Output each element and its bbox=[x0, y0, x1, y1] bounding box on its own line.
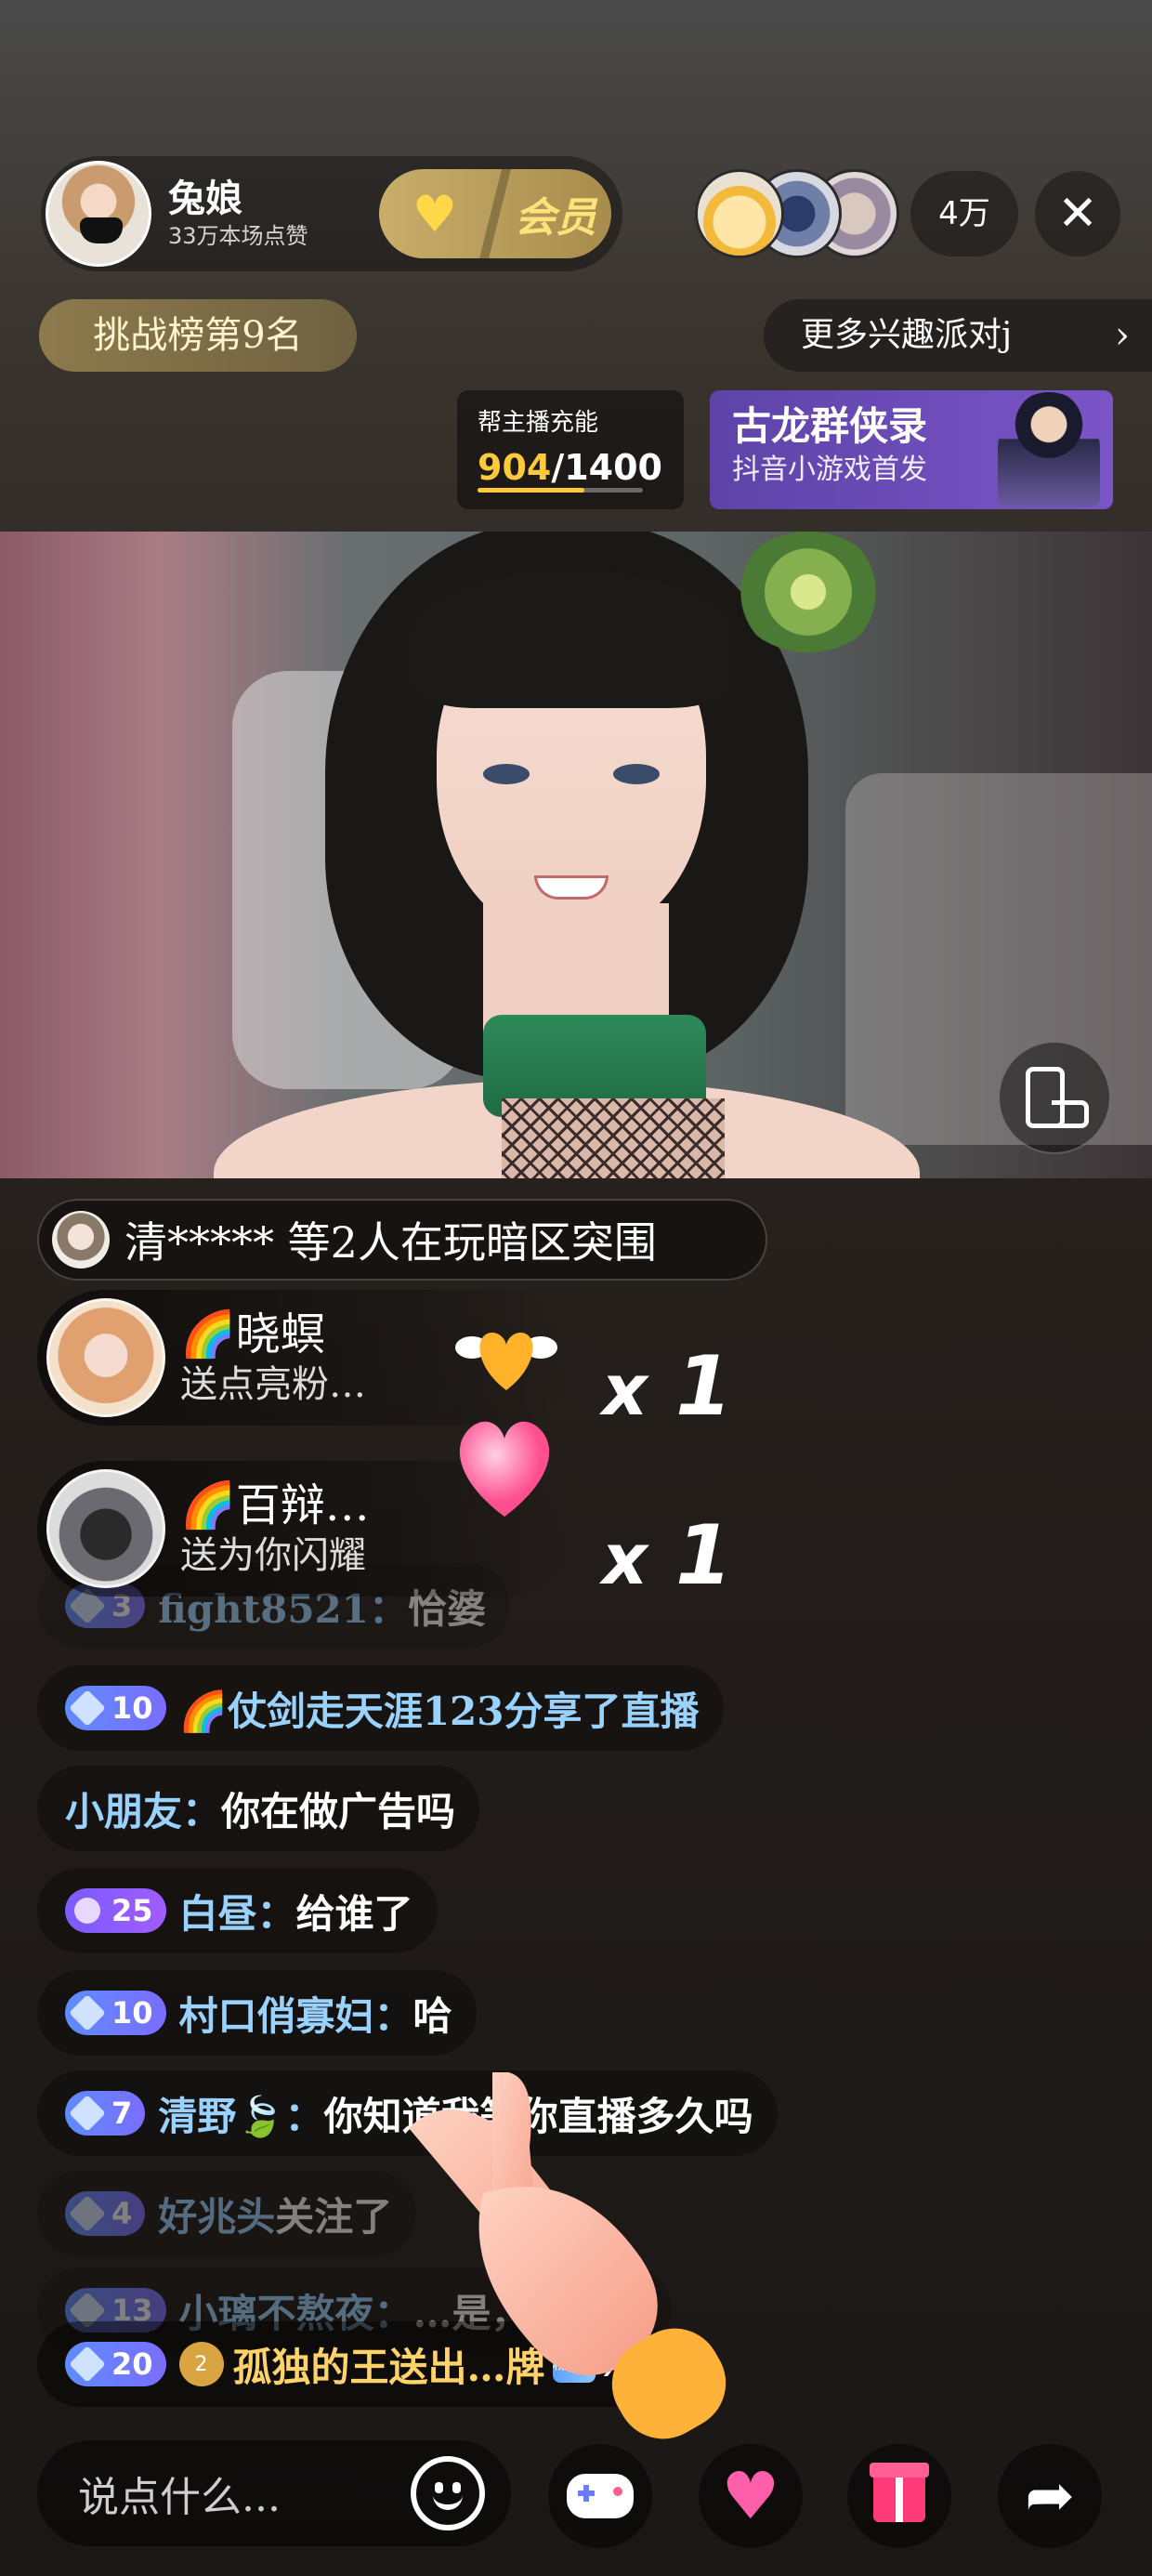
chat-username[interactable]: 孤独的王 bbox=[233, 2336, 389, 2393]
fan-club-badge: 2 bbox=[178, 2342, 224, 2386]
more-party-button[interactable]: 更多兴趣派对j › bbox=[764, 299, 1152, 372]
host-info-pill[interactable]: 兔娘 33万本场点赞 ♥ 会员 bbox=[41, 156, 622, 271]
gifter-avatar[interactable] bbox=[46, 1469, 165, 1588]
live-video[interactable] bbox=[0, 532, 1152, 1178]
gifter-avatar[interactable] bbox=[46, 1298, 165, 1417]
gift-count: x1 bbox=[602, 1338, 733, 1434]
chat-username[interactable]: 清野🍃： bbox=[158, 2085, 323, 2142]
chat-message[interactable]: 小朋友： 你在做广告吗 bbox=[37, 1766, 480, 1851]
gifter-name: 🌈百辩… bbox=[180, 1479, 370, 1531]
chat-text: 分享了直播 bbox=[504, 1688, 700, 1734]
chevron-right-icon: › bbox=[1115, 314, 1130, 357]
gift-description: 送点亮粉… bbox=[180, 1363, 366, 1406]
chat-username[interactable]: 小朋友： bbox=[65, 1781, 221, 1837]
finger-heart-effect-icon bbox=[409, 2072, 727, 2439]
level-badge: 10 bbox=[65, 1991, 166, 2035]
gifter-name: 🌈晓螟 bbox=[180, 1308, 325, 1360]
chat-username[interactable]: 村口俏寡妇： bbox=[179, 1985, 413, 2042]
close-button[interactable]: ✕ bbox=[1035, 171, 1120, 256]
comment-placeholder: 说点什么... bbox=[78, 2474, 281, 2521]
member-label: 会员 bbox=[515, 194, 596, 242]
rank-badge[interactable]: 挑战榜第9名 bbox=[39, 299, 357, 372]
heart-plus-icon: ♥ bbox=[412, 184, 458, 243]
share-arrow-icon: ➦ bbox=[1025, 2462, 1075, 2530]
level-badge: 10 bbox=[65, 1686, 166, 1730]
chat-username[interactable]: 白昼： bbox=[179, 1883, 296, 1939]
chat-message[interactable]: 4 好兆头 关注了 bbox=[37, 2171, 417, 2256]
charge-current: 904 bbox=[478, 447, 552, 488]
charge-total: /1400 bbox=[551, 447, 662, 488]
charge-progress-fill bbox=[478, 488, 584, 493]
games-button[interactable] bbox=[548, 2444, 652, 2548]
player-avatar bbox=[52, 1211, 110, 1268]
heart-icon: ♥ bbox=[721, 2458, 780, 2534]
level-badge: 25 bbox=[65, 1888, 166, 1933]
chat-text: 给谁了 bbox=[295, 1890, 413, 1937]
charge-title: 帮主播充能 bbox=[478, 409, 599, 437]
rotate-screen-button[interactable] bbox=[998, 1041, 1111, 1154]
top-viewers[interactable] bbox=[695, 169, 905, 258]
playing-game-notice[interactable]: 清***** 等2人在玩暗区突围 bbox=[37, 1199, 767, 1281]
level-badge: 4 bbox=[65, 2191, 146, 2236]
chat-text: 哈 bbox=[412, 1992, 452, 2039]
more-party-label: 更多兴趣派对j bbox=[801, 316, 1013, 354]
gamepad-icon bbox=[567, 2474, 634, 2518]
viewer-count[interactable]: 4万 bbox=[910, 171, 1018, 256]
game-banner[interactable]: 古龙群侠录 抖音小游戏首发 bbox=[710, 390, 1113, 509]
chat-message[interactable]: 10 村口俏寡妇： 哈 bbox=[37, 1970, 477, 2056]
share-button[interactable]: ➦ bbox=[998, 2444, 1102, 2548]
chat-username[interactable]: 🌈仗剑走天涯123 bbox=[179, 1680, 504, 1737]
gift-button[interactable] bbox=[847, 2444, 951, 2548]
chat-message[interactable]: 10 🌈仗剑走天涯123 分享了直播 bbox=[37, 1665, 724, 1751]
host-avatar[interactable] bbox=[46, 161, 151, 267]
diamond-icon bbox=[69, 2195, 106, 2232]
diamond-icon bbox=[69, 1994, 106, 2031]
diamond-icon bbox=[69, 2346, 106, 2383]
emoji-icon[interactable] bbox=[411, 2456, 485, 2530]
winged-heart-icon bbox=[455, 1333, 557, 1390]
chat-text: 关注了 bbox=[275, 2193, 393, 2240]
comment-input[interactable]: 说点什么... bbox=[37, 2440, 511, 2546]
like-button[interactable]: ♥ bbox=[699, 2444, 803, 2548]
member-button[interactable]: ♥ 会员 bbox=[379, 169, 611, 258]
pink-heart-icon bbox=[459, 1421, 550, 1517]
gift-count: x1 bbox=[602, 1507, 733, 1603]
close-icon: ✕ bbox=[1057, 186, 1098, 242]
game-character-image bbox=[998, 392, 1100, 507]
host-name: 兔娘 bbox=[168, 177, 242, 220]
game-notice-text: 清***** 等2人在玩暗区突围 bbox=[124, 1217, 657, 1268]
gift-description: 送为你闪耀 bbox=[180, 1534, 366, 1577]
level-badge: 20 bbox=[65, 2342, 166, 2386]
diamond-icon bbox=[69, 2095, 106, 2132]
chat-text: 你在做广告吗 bbox=[221, 1788, 456, 1834]
level-badge: 7 bbox=[65, 2091, 146, 2136]
chat-username[interactable]: 好兆头 bbox=[158, 2186, 275, 2242]
charge-progress-bar bbox=[478, 488, 643, 493]
host-likes: 33万本场点赞 bbox=[168, 223, 308, 249]
viewer-avatar[interactable] bbox=[695, 169, 784, 258]
chat-message[interactable]: 25 白昼： 给谁了 bbox=[37, 1868, 438, 1953]
hexagon-icon bbox=[74, 1898, 100, 1924]
charge-widget[interactable]: 帮主播充能 904/1400 bbox=[457, 390, 684, 509]
diamond-icon bbox=[69, 1689, 106, 1727]
gift-icon bbox=[870, 2463, 929, 2522]
